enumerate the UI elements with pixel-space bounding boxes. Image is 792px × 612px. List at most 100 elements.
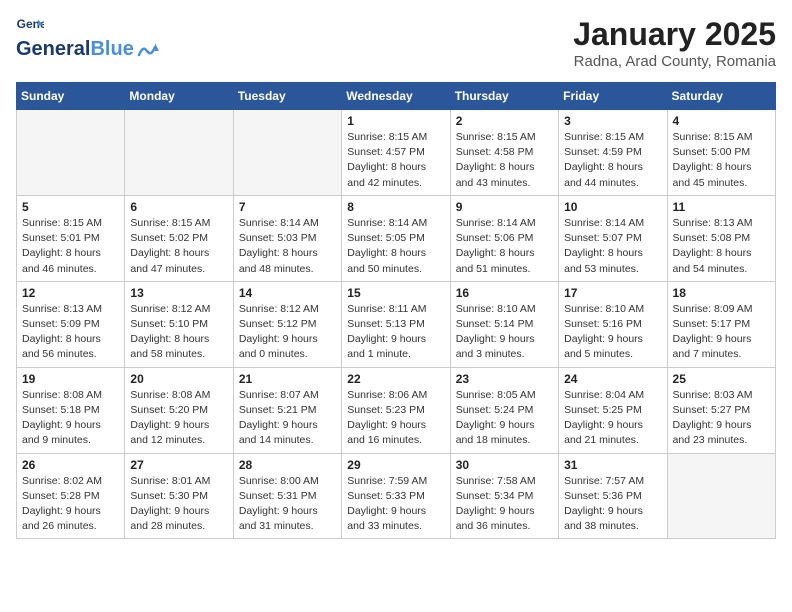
calendar-day-cell: 14 Sunrise: 8:12 AMSunset: 5:12 PMDayligh… (233, 281, 341, 367)
calendar-day-cell: 15 Sunrise: 8:11 AMSunset: 5:13 PMDayligh… (342, 281, 450, 367)
day-number: 18 (673, 286, 770, 300)
calendar-day-cell (233, 110, 341, 196)
calendar-week-row: 5 Sunrise: 8:15 AMSunset: 5:01 PMDaylight… (17, 195, 776, 281)
day-number: 29 (347, 458, 444, 472)
day-number: 31 (564, 458, 661, 472)
day-info: Sunrise: 8:08 AMSunset: 5:20 PMDaylight:… (130, 388, 227, 449)
day-info: Sunrise: 8:14 AMSunset: 5:06 PMDaylight:… (456, 216, 553, 277)
weekday-header-friday: Friday (559, 83, 667, 110)
day-info: Sunrise: 7:59 AMSunset: 5:33 PMDaylight:… (347, 474, 444, 535)
day-info: Sunrise: 8:06 AMSunset: 5:23 PMDaylight:… (347, 388, 444, 449)
weekday-header-sunday: Sunday (17, 83, 125, 110)
day-info: Sunrise: 8:03 AMSunset: 5:27 PMDaylight:… (673, 388, 770, 449)
day-number: 9 (456, 200, 553, 214)
day-number: 22 (347, 372, 444, 386)
day-number: 3 (564, 114, 661, 128)
calendar-table: SundayMondayTuesdayWednesdayThursdayFrid… (16, 82, 776, 539)
day-number: 30 (456, 458, 553, 472)
calendar-day-cell: 26 Sunrise: 8:02 AMSunset: 5:28 PMDayligh… (17, 453, 125, 539)
day-info: Sunrise: 7:57 AMSunset: 5:36 PMDaylight:… (564, 474, 661, 535)
calendar-day-cell: 6 Sunrise: 8:15 AMSunset: 5:02 PMDaylight… (125, 195, 233, 281)
calendar-day-cell: 21Sunrise: 8:07 AMSunset: 5:21 PMDayligh… (233, 367, 341, 453)
day-info: Sunrise: 8:14 AMSunset: 5:03 PMDaylight:… (239, 216, 336, 277)
day-info: Sunrise: 7:58 AMSunset: 5:34 PMDaylight:… (456, 474, 553, 535)
weekday-header-wednesday: Wednesday (342, 83, 450, 110)
calendar-day-cell: 19Sunrise: 8:08 AMSunset: 5:18 PMDayligh… (17, 367, 125, 453)
calendar-week-row: 12 Sunrise: 8:13 AMSunset: 5:09 PMDayligh… (17, 281, 776, 367)
day-number: 10 (564, 200, 661, 214)
day-number: 14 (239, 286, 336, 300)
title-block: January 2025 Radna, Arad County, Romania (573, 16, 776, 70)
calendar-day-cell: 27 Sunrise: 8:01 AMSunset: 5:30 PMDayligh… (125, 453, 233, 539)
calendar-day-cell (125, 110, 233, 196)
day-info: Sunrise: 8:02 AMSunset: 5:28 PMDaylight:… (22, 474, 119, 535)
logo-wave-icon (137, 41, 159, 59)
weekday-header-monday: Monday (125, 83, 233, 110)
day-info: Sunrise: 8:13 AMSunset: 5:09 PMDaylight:… (22, 302, 119, 363)
day-number: 21 (239, 372, 336, 386)
calendar-day-cell: 3Sunrise: 8:15 AMSunset: 4:59 PMDaylight… (559, 110, 667, 196)
calendar-day-cell: 13 Sunrise: 8:12 AMSunset: 5:10 PMDayligh… (125, 281, 233, 367)
day-number: 2 (456, 114, 553, 128)
logo-general: General (16, 38, 90, 61)
day-info: Sunrise: 8:15 AMSunset: 4:58 PMDaylight:… (456, 130, 553, 191)
day-info: Sunrise: 8:09 AMSunset: 5:17 PMDaylight:… (673, 302, 770, 363)
day-info: Sunrise: 8:12 AMSunset: 5:10 PMDaylight:… (130, 302, 227, 363)
day-info: Sunrise: 8:04 AMSunset: 5:25 PMDaylight:… (564, 388, 661, 449)
calendar-day-cell: 23 Sunrise: 8:05 AMSunset: 5:24 PMDayligh… (450, 367, 558, 453)
day-number: 24 (564, 372, 661, 386)
calendar-week-row: 19Sunrise: 8:08 AMSunset: 5:18 PMDayligh… (17, 367, 776, 453)
day-info: Sunrise: 8:15 AMSunset: 5:02 PMDaylight:… (130, 216, 227, 277)
calendar-header-row: SundayMondayTuesdayWednesdayThursdayFrid… (17, 83, 776, 110)
calendar-day-cell: 25 Sunrise: 8:03 AMSunset: 5:27 PMDayligh… (667, 367, 775, 453)
day-info: Sunrise: 8:13 AMSunset: 5:08 PMDaylight:… (673, 216, 770, 277)
day-info: Sunrise: 8:15 AMSunset: 5:01 PMDaylight:… (22, 216, 119, 277)
calendar-day-cell: 28 Sunrise: 8:00 AMSunset: 5:31 PMDayligh… (233, 453, 341, 539)
day-number: 8 (347, 200, 444, 214)
calendar-day-cell: 31 Sunrise: 7:57 AMSunset: 5:36 PMDayligh… (559, 453, 667, 539)
calendar-day-cell: 11 Sunrise: 8:13 AMSunset: 5:08 PMDayligh… (667, 195, 775, 281)
calendar-day-cell: 22 Sunrise: 8:06 AMSunset: 5:23 PMDayligh… (342, 367, 450, 453)
logo-icon: General (16, 16, 44, 36)
calendar-day-cell: 29 Sunrise: 7:59 AMSunset: 5:33 PMDayligh… (342, 453, 450, 539)
day-number: 6 (130, 200, 227, 214)
day-number: 1 (347, 114, 444, 128)
day-number: 27 (130, 458, 227, 472)
calendar-day-cell: 7Sunrise: 8:14 AMSunset: 5:03 PMDaylight… (233, 195, 341, 281)
day-number: 15 (347, 286, 444, 300)
month-title: January 2025 (573, 16, 776, 53)
calendar-day-cell: 10 Sunrise: 8:14 AMSunset: 5:07 PMDayligh… (559, 195, 667, 281)
weekday-header-tuesday: Tuesday (233, 83, 341, 110)
day-info: Sunrise: 8:01 AMSunset: 5:30 PMDaylight:… (130, 474, 227, 535)
page-header: General General Blue January 2025 Radna,… (16, 16, 776, 70)
calendar-day-cell (17, 110, 125, 196)
day-number: 12 (22, 286, 119, 300)
day-number: 20 (130, 372, 227, 386)
day-number: 11 (673, 200, 770, 214)
calendar-day-cell: 4Sunrise: 8:15 AMSunset: 5:00 PMDaylight… (667, 110, 775, 196)
day-info: Sunrise: 8:14 AMSunset: 5:07 PMDaylight:… (564, 216, 661, 277)
day-number: 26 (22, 458, 119, 472)
day-info: Sunrise: 8:08 AMSunset: 5:18 PMDaylight:… (22, 388, 119, 449)
calendar-week-row: 1Sunrise: 8:15 AMSunset: 4:57 PMDaylight… (17, 110, 776, 196)
day-number: 25 (673, 372, 770, 386)
calendar-day-cell: 16 Sunrise: 8:10 AMSunset: 5:14 PMDayligh… (450, 281, 558, 367)
weekday-header-thursday: Thursday (450, 83, 558, 110)
day-info: Sunrise: 8:10 AMSunset: 5:16 PMDaylight:… (564, 302, 661, 363)
day-number: 23 (456, 372, 553, 386)
day-info: Sunrise: 8:05 AMSunset: 5:24 PMDaylight:… (456, 388, 553, 449)
day-number: 28 (239, 458, 336, 472)
calendar-day-cell: 17Sunrise: 8:10 AMSunset: 5:16 PMDayligh… (559, 281, 667, 367)
calendar-day-cell: 24 Sunrise: 8:04 AMSunset: 5:25 PMDayligh… (559, 367, 667, 453)
day-info: Sunrise: 8:11 AMSunset: 5:13 PMDaylight:… (347, 302, 444, 363)
day-info: Sunrise: 8:12 AMSunset: 5:12 PMDaylight:… (239, 302, 336, 363)
day-info: Sunrise: 8:10 AMSunset: 5:14 PMDaylight:… (456, 302, 553, 363)
calendar-day-cell (667, 453, 775, 539)
day-number: 16 (456, 286, 553, 300)
calendar-day-cell: 1Sunrise: 8:15 AMSunset: 4:57 PMDaylight… (342, 110, 450, 196)
calendar-day-cell: 12 Sunrise: 8:13 AMSunset: 5:09 PMDayligh… (17, 281, 125, 367)
day-number: 5 (22, 200, 119, 214)
day-info: Sunrise: 8:00 AMSunset: 5:31 PMDaylight:… (239, 474, 336, 535)
day-number: 13 (130, 286, 227, 300)
day-info: Sunrise: 8:14 AMSunset: 5:05 PMDaylight:… (347, 216, 444, 277)
